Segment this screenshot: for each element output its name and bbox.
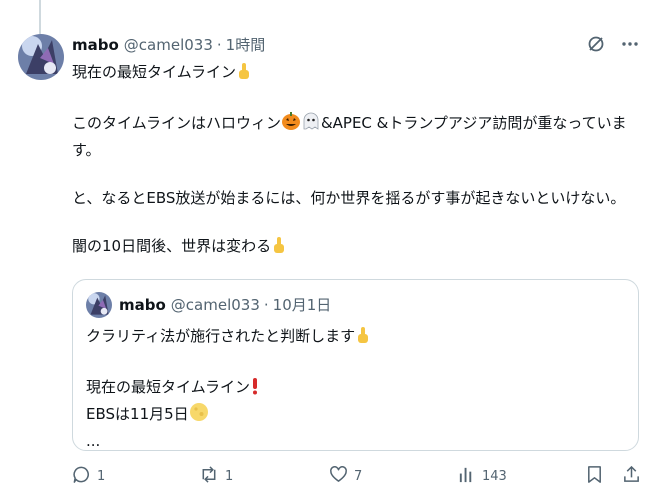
quoted-line: 現在の最短タイムライン (86, 375, 626, 402)
post-paragraph: 現在の最短タイムライン (72, 60, 642, 87)
quoted-line: クラリティ法が施行されたと判断します (86, 324, 626, 351)
pointing-up-emoji-icon (271, 236, 287, 261)
quoted-author-name: mabo (119, 295, 166, 314)
thread-connector (39, 0, 41, 34)
post-body: 現在の最短タイムライン このタイムラインはハロウィン &APEC &トランプアジア… (72, 60, 642, 285)
heart-icon (329, 465, 348, 488)
post-header: mabo @camel033 · 1時間 (72, 34, 265, 55)
reply-icon (72, 465, 91, 488)
author-handle[interactable]: @camel033 (124, 36, 213, 54)
repost-button[interactable]: 1 (199, 465, 233, 488)
pointing-up-emoji-icon (236, 62, 252, 87)
repost-count: 1 (225, 469, 234, 484)
views-button[interactable]: 143 (457, 465, 507, 488)
separator: · (263, 295, 269, 314)
avatar[interactable] (18, 34, 64, 80)
author-name[interactable]: mabo (72, 36, 119, 54)
post-paragraph: と、なるとEBS放送が始まるには、何か世界を揺るがす事が起きないといけない。 (72, 189, 626, 207)
post-paragraph: 闇の10日間後、世界は変わる (72, 234, 642, 261)
quoted-date: 10月1日 (272, 296, 332, 314)
quoted-line: EBSは11月5日 (86, 402, 626, 429)
quoted-line: ... (86, 432, 101, 450)
quoted-header: mabo @camel033 · 10月1日 (119, 294, 331, 315)
bookmark-button[interactable] (585, 465, 604, 488)
quoted-body: クラリティ法が施行されたと判断します 現在の最短タイムライン EBSは11月5日… (86, 324, 626, 453)
quoted-handle: @camel033 (170, 295, 260, 314)
reply-count: 1 (97, 469, 106, 484)
share-button[interactable] (622, 465, 641, 488)
more-icon[interactable] (620, 34, 640, 54)
quoted-avatar (86, 292, 112, 318)
exclamation-emoji-icon (250, 377, 260, 402)
repost-icon (199, 465, 219, 488)
separator: · (216, 35, 222, 54)
like-count: 7 (354, 469, 363, 484)
grok-icon[interactable] (586, 34, 606, 54)
post-actions: 1 1 7 143 (72, 463, 642, 489)
timestamp[interactable]: 1時間 (226, 34, 266, 55)
jack-o-lantern-emoji-icon (281, 111, 301, 138)
reply-button[interactable]: 1 (72, 465, 105, 488)
post-top-actions (586, 34, 640, 54)
views-icon (457, 465, 476, 488)
pointing-up-emoji-icon (355, 326, 371, 351)
post-paragraph: このタイムラインはハロウィン &APEC &トランプアジア訪問が重なっています。 (72, 111, 642, 162)
view-count: 143 (482, 469, 507, 484)
like-button[interactable]: 7 (329, 465, 362, 488)
ghost-emoji-icon (301, 111, 321, 138)
quoted-post[interactable]: mabo @camel033 · 10月1日 クラリティ法が施行されたと判断しま… (72, 279, 639, 451)
share-icon (622, 465, 641, 488)
bookmark-icon (585, 465, 604, 488)
full-moon-emoji-icon (189, 402, 209, 429)
